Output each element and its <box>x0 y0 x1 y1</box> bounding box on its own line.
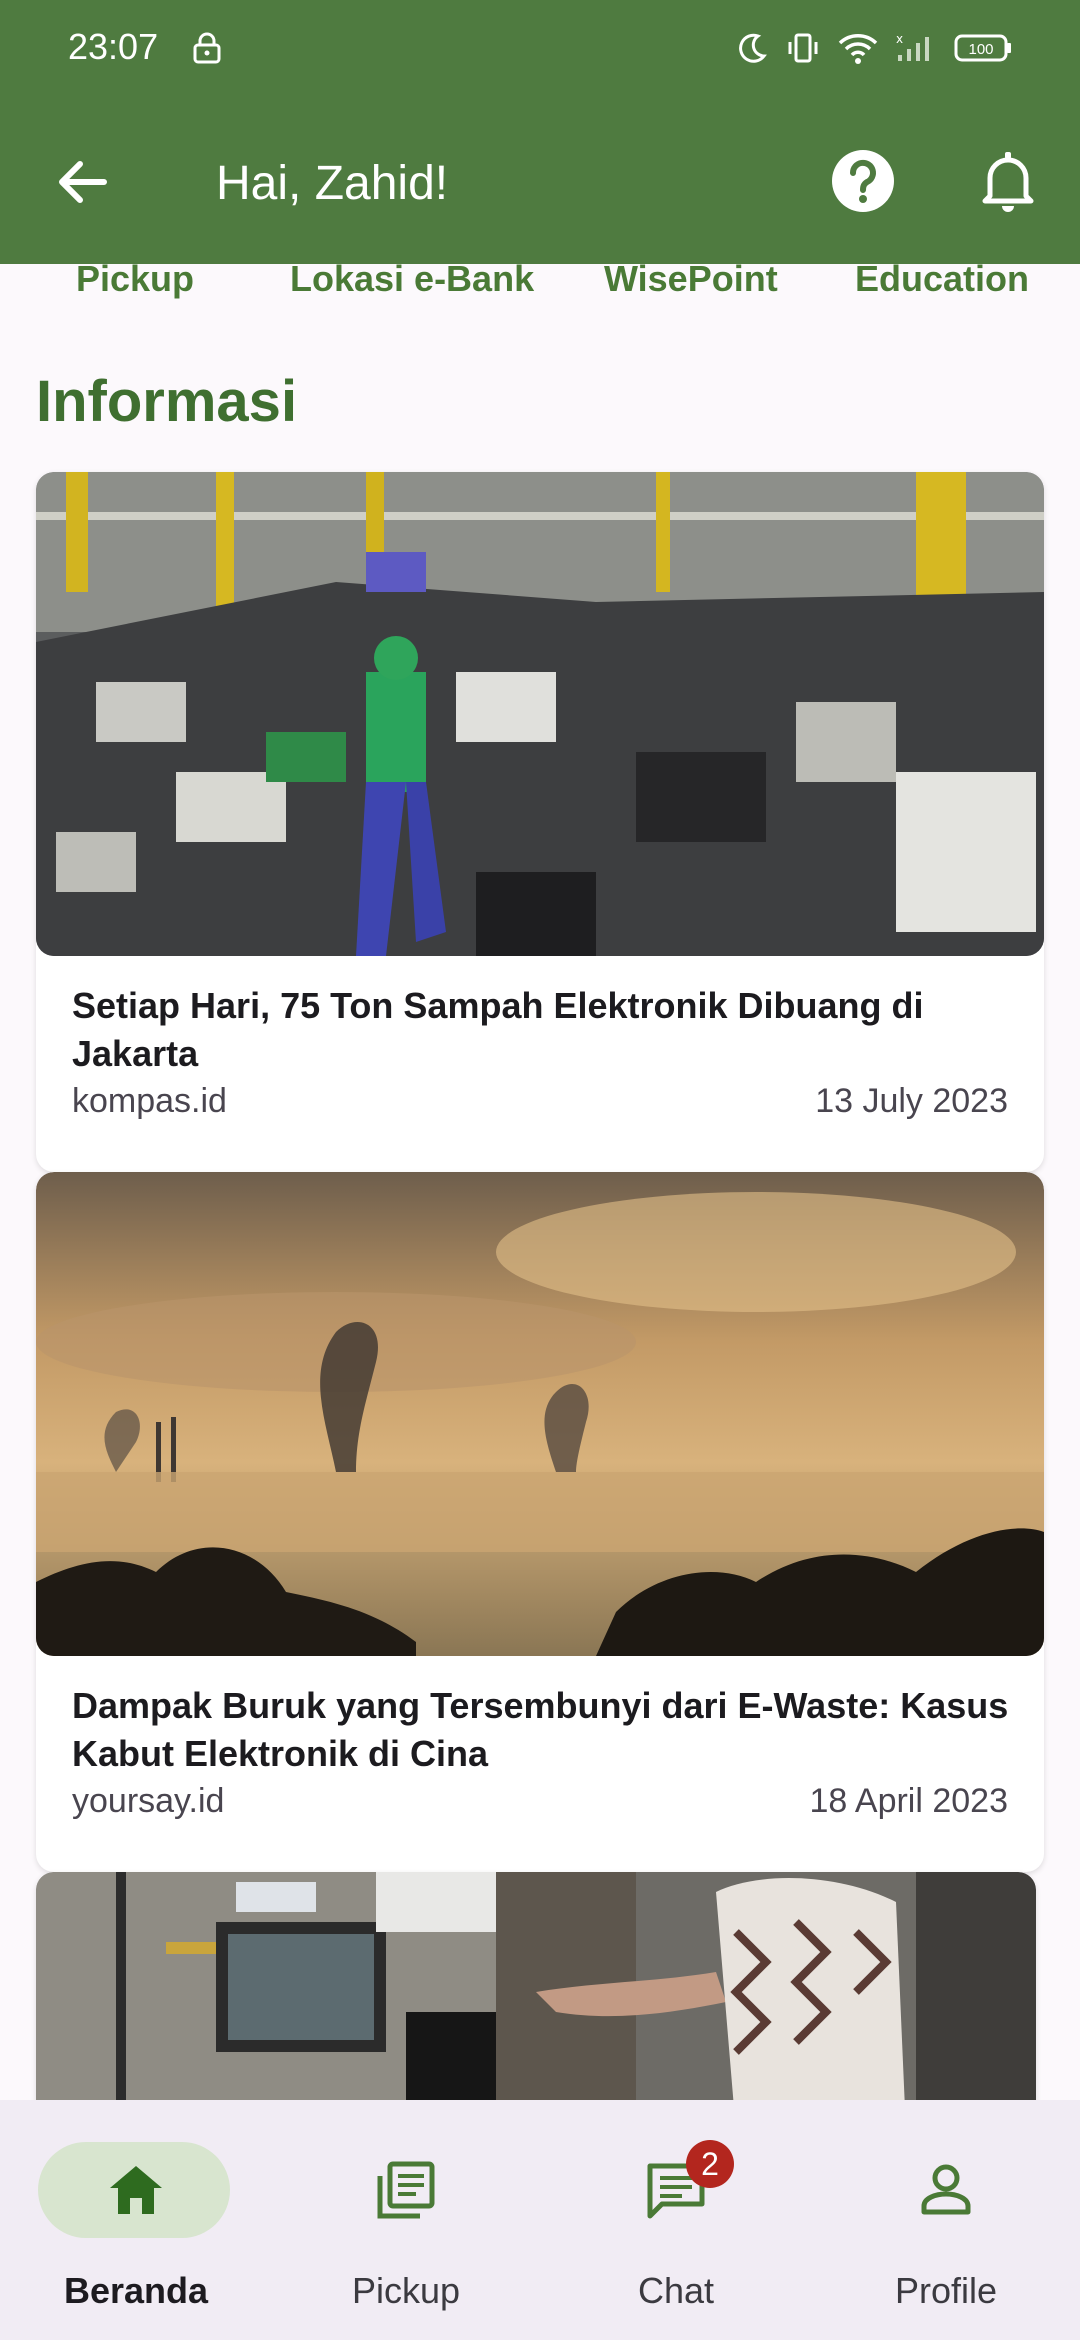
home-icon <box>110 2166 162 2214</box>
article-title: Dampak Buruk yang Tersembunyi dari E-Was… <box>72 1685 1009 1774</box>
vibrate-icon <box>788 33 818 63</box>
status-icons: x 100 <box>738 28 1014 68</box>
status-time: 23:07 <box>68 26 159 67</box>
article-card[interactable] <box>36 1872 1036 2132</box>
article-date: 18 April 2023 <box>809 1782 1009 1820</box>
category-wisepoint[interactable]: WisePoint <box>604 264 778 300</box>
bottom-navigation: Beranda Pickup 2 Chat Profile <box>0 2100 1080 2340</box>
category-pickup[interactable]: Pickup <box>76 264 194 300</box>
article-image <box>36 1172 1044 1656</box>
battery-icon: 100 <box>954 34 1011 62</box>
moon-icon <box>739 33 767 63</box>
article-source: kompas.id <box>72 1082 227 1120</box>
status-bar: 23:07 x 100 <box>0 0 1080 96</box>
article-date: 13 July 2023 <box>815 1082 1008 1120</box>
article-card[interactable]: Dampak Buruk yang Tersembunyi dari E-Was… <box>36 1172 1044 1872</box>
article-title: Setiap Hari, 75 Ton Sampah Elektronik Di… <box>72 985 924 1074</box>
chat-badge: 2 <box>686 2140 734 2188</box>
wifi-icon <box>838 34 878 64</box>
person-icon <box>921 2164 971 2215</box>
svg-text:x: x <box>896 32 903 46</box>
list-icon <box>377 2161 435 2219</box>
help-icon[interactable] <box>830 148 896 214</box>
article-image <box>36 472 1044 956</box>
nav-item-beranda[interactable]: Beranda <box>36 2142 236 2311</box>
category-menu: Pickup Lokasi e-Bank WisePoint Education <box>0 264 1080 310</box>
section-title: Informasi <box>36 369 298 434</box>
category-education[interactable]: Education <box>855 264 1029 300</box>
article-image <box>36 1872 1036 2132</box>
back-arrow-icon[interactable] <box>52 150 116 214</box>
nav-item-pickup[interactable]: Pickup <box>306 2142 506 2311</box>
nav-item-profile[interactable]: Profile <box>846 2142 1046 2311</box>
nav-label: Chat <box>637 2270 715 2311</box>
top-app-bar: 23:07 x 100 Hai, Zahid! <box>0 0 1080 264</box>
app-bar: Hai, Zahid! <box>0 120 1080 240</box>
signal-icon: x <box>896 32 929 61</box>
nav-label: Profile <box>894 2270 998 2311</box>
nav-label: Beranda <box>63 2270 209 2311</box>
article-source: yoursay.id <box>72 1782 225 1820</box>
notification-bell-icon[interactable] <box>976 148 1040 214</box>
page-title: Hai, Zahid! <box>216 157 449 210</box>
lock-icon <box>193 32 221 64</box>
nav-item-chat[interactable]: 2 Chat <box>576 2140 776 2311</box>
article-card[interactable]: Setiap Hari, 75 Ton Sampah Elektronik Di… <box>36 472 1044 1172</box>
battery-level: 100 <box>968 41 993 58</box>
category-lokasi-ebank[interactable]: Lokasi e-Bank <box>290 264 534 300</box>
nav-label: Pickup <box>351 2270 461 2311</box>
